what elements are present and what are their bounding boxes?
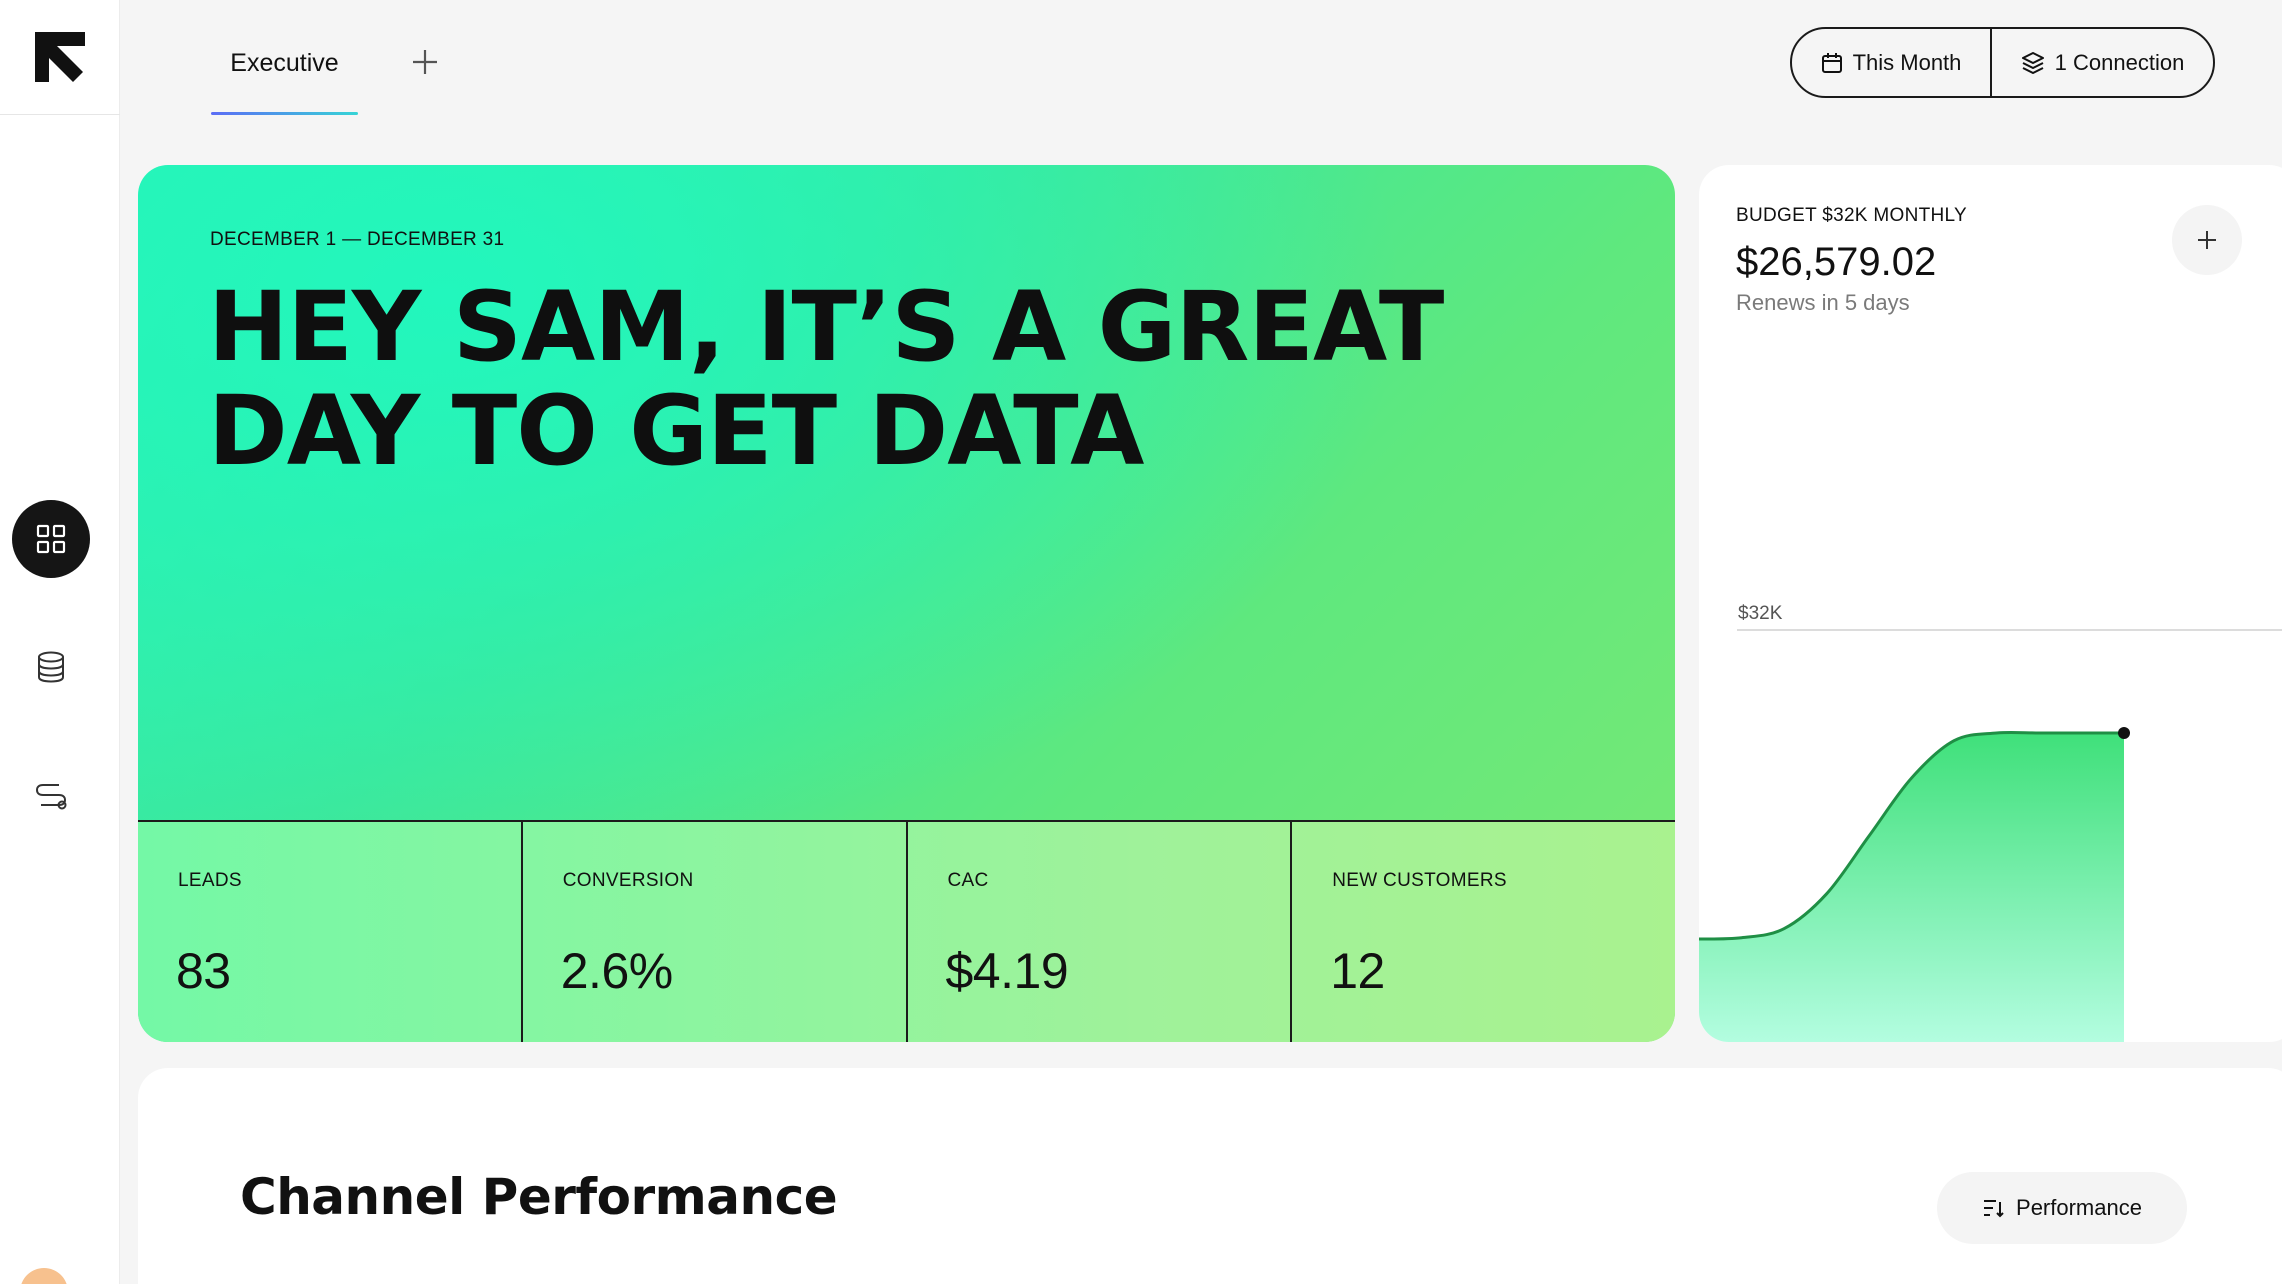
performance-sort-button[interactable]: Performance: [1937, 1172, 2187, 1244]
add-tab-button[interactable]: [405, 42, 445, 82]
budget-amount: $26,579.02: [1736, 240, 1937, 284]
plus-icon: [413, 50, 437, 74]
budget-area-chart: $32K: [1699, 603, 2282, 1042]
avatar[interactable]: [20, 1268, 68, 1284]
filter-pill-group: This Month 1 Connection: [1790, 27, 2215, 98]
stat-label: NEW CUSTOMERS: [1332, 870, 1507, 891]
budget-card: BUDGET $32K MONTHLY $26,579.02 Renews in…: [1699, 165, 2282, 1042]
reference-label: $32K: [1738, 603, 1783, 624]
channel-performance-title: Channel Performance: [240, 1168, 838, 1226]
budget-renewal: Renews in 5 days: [1736, 290, 1910, 315]
stat-label: CONVERSION: [562, 870, 694, 891]
tab-executive[interactable]: Executive: [211, 40, 358, 116]
sidebar-item-database[interactable]: [12, 628, 90, 706]
date-range-label: This Month: [1852, 49, 1962, 75]
connection-button[interactable]: 1 Connection: [1992, 29, 2213, 96]
database-icon: [38, 651, 64, 683]
date-range-button[interactable]: This Month: [1792, 29, 1992, 96]
tab-active-indicator: [211, 112, 358, 115]
connection-label: 1 Connection: [2054, 49, 2185, 75]
hero-date-range: DECEMBER 1 — DECEMBER 31: [210, 229, 505, 250]
stats-row: LEADS 83 CONVERSION 2.6% CAC $4.19 NEW C…: [138, 820, 1675, 1042]
hero-greeting: HEY SAM, IT’S A GREAT DAY TO GET DATA: [208, 271, 1444, 487]
sidebar-item-dashboard[interactable]: [12, 500, 90, 578]
stat-conversion[interactable]: CONVERSION 2.6%: [523, 822, 908, 1042]
sidebar-item-routes[interactable]: [12, 758, 90, 836]
performance-sort-label: Performance: [2016, 1195, 2142, 1220]
sidebar: [0, 0, 120, 1284]
brand-logo-icon[interactable]: [33, 30, 87, 84]
route-icon: [35, 784, 67, 810]
plus-icon: [2198, 231, 2216, 249]
hero-card: DECEMBER 1 — DECEMBER 31 HEY SAM, IT’S A…: [138, 165, 1675, 1042]
logo-container: [0, 0, 120, 115]
stat-label: LEADS: [178, 870, 242, 891]
budget-label: BUDGET $32K MONTHLY: [1736, 205, 1967, 226]
budget-current-point[interactable]: [2118, 727, 2130, 739]
stat-leads[interactable]: LEADS 83: [138, 822, 523, 1042]
calendar-icon: [1821, 52, 1842, 73]
stat-value: 83: [176, 943, 231, 999]
budget-add-button[interactable]: [2172, 205, 2242, 275]
channel-performance-card: Channel Performance Performance: [138, 1068, 2282, 1284]
sort-icon: [1984, 1200, 2004, 1218]
dashboard-grid-icon: [36, 524, 66, 554]
stat-new-customers[interactable]: NEW CUSTOMERS 12: [1292, 822, 1675, 1042]
stat-label: CAC: [947, 870, 989, 891]
stat-value: 2.6%: [560, 943, 673, 999]
stat-cac[interactable]: CAC $4.19: [908, 822, 1293, 1042]
tab-executive-label: Executive: [230, 49, 339, 77]
stat-value: $4.19: [945, 943, 1069, 999]
layers-icon: [2021, 51, 2044, 74]
stat-value: 12: [1330, 943, 1385, 999]
